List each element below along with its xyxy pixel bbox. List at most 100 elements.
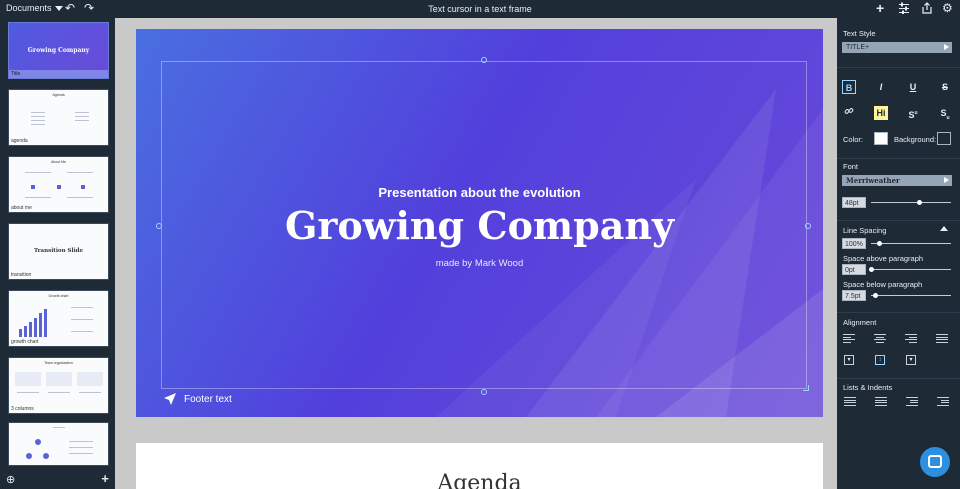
thumbnail-label: 3 columns bbox=[11, 406, 34, 412]
indent-decrease-icon[interactable] bbox=[937, 397, 949, 406]
numbered-list-icon[interactable] bbox=[875, 397, 887, 406]
divider bbox=[837, 158, 960, 159]
text-style-value: TITLE+ bbox=[846, 44, 870, 51]
thumbnail-slide-4[interactable]: Transition Slide transition 4 bbox=[8, 223, 109, 280]
thumbnail-label: agenda bbox=[11, 138, 28, 144]
highlight-button[interactable]: Hi bbox=[874, 106, 888, 120]
share-icon[interactable] bbox=[921, 2, 933, 17]
align-right-icon[interactable] bbox=[905, 334, 917, 343]
font-value: Merriweather bbox=[846, 176, 900, 185]
thumbnail-slide-5[interactable]: Growth chart growth chart 5 bbox=[8, 290, 109, 347]
footer-text: Footer text bbox=[184, 393, 232, 405]
thumbnail-slide-7[interactable] bbox=[8, 422, 109, 466]
zoom-icon[interactable]: ⊕ bbox=[6, 473, 15, 486]
space-below-slider[interactable] bbox=[871, 295, 951, 296]
divider bbox=[837, 67, 960, 68]
space-below-label: Space below paragraph bbox=[843, 280, 923, 289]
slide-subtitle[interactable]: Presentation about the evolution bbox=[136, 185, 823, 200]
divider bbox=[837, 378, 960, 379]
space-above-input[interactable]: 0pt bbox=[842, 264, 866, 275]
resize-corner-handle[interactable] bbox=[803, 385, 809, 391]
chat-bubble-icon bbox=[928, 455, 942, 468]
indent-increase-icon[interactable] bbox=[906, 397, 918, 406]
text-style-label: Text Style bbox=[843, 29, 876, 38]
link-icon[interactable] bbox=[842, 106, 856, 120]
alignment-label: Alignment bbox=[843, 318, 877, 327]
thumbnail-slide-6[interactable]: Team organization 3 columns 6 bbox=[8, 357, 109, 414]
chevron-up-icon[interactable] bbox=[940, 226, 948, 231]
next-slide-title: Agenda bbox=[437, 471, 522, 489]
add-icon[interactable]: + bbox=[876, 1, 884, 15]
valign-middle-icon[interactable]: ↕ bbox=[875, 355, 885, 365]
thumbnail-slide-3[interactable]: About Me about me 3 bbox=[8, 156, 109, 213]
chevron-right-icon bbox=[944, 177, 949, 183]
font-size-slider[interactable] bbox=[871, 202, 951, 203]
documents-menu[interactable]: Documents bbox=[6, 3, 63, 13]
settings-sliders-icon[interactable] bbox=[898, 2, 910, 17]
superscript-mark: u bbox=[914, 110, 918, 116]
thumbnail-title: About Me bbox=[51, 160, 66, 164]
space-below-slider-knob[interactable] bbox=[873, 293, 878, 298]
undo-icon[interactable]: ↶ bbox=[65, 2, 75, 14]
line-spacing-label: Line Spacing bbox=[843, 226, 887, 235]
thumbnail-label: transition bbox=[11, 272, 32, 278]
underline-button[interactable]: U bbox=[906, 80, 920, 94]
bold-button[interactable]: B bbox=[842, 80, 856, 94]
align-center-icon[interactable] bbox=[874, 334, 886, 343]
thumbnail-label: growth chart bbox=[11, 339, 39, 345]
thumbnail-label: about me bbox=[11, 205, 32, 211]
superscript-button[interactable]: Su bbox=[906, 106, 920, 120]
subscript-button[interactable]: Su bbox=[938, 106, 952, 121]
resize-handle-bottom[interactable] bbox=[481, 389, 487, 395]
documents-label: Documents bbox=[6, 3, 52, 13]
status-text: Text cursor in a text frame bbox=[428, 4, 532, 14]
subscript-mark: u bbox=[946, 114, 950, 121]
add-slide-icon[interactable]: + bbox=[101, 471, 109, 486]
space-below-input[interactable]: 7.5pt bbox=[842, 290, 866, 301]
gear-icon[interactable]: ⚙ bbox=[942, 2, 953, 15]
font-dropdown[interactable]: Merriweather bbox=[842, 175, 952, 186]
thumbnail-title: Agenda bbox=[52, 93, 65, 97]
resize-handle-top[interactable] bbox=[481, 57, 487, 63]
align-justify-icon[interactable] bbox=[936, 334, 948, 343]
line-spacing-input[interactable]: 100% bbox=[842, 238, 866, 249]
slide-thumbnails: Growing Company Title 1 Agenda agenda 2 … bbox=[0, 18, 115, 489]
thumbnail-label: Title bbox=[11, 71, 21, 77]
line-spacing-slider[interactable] bbox=[871, 243, 951, 244]
font-size-slider-knob[interactable] bbox=[917, 200, 922, 205]
redo-icon[interactable]: ↷ bbox=[84, 2, 94, 14]
font-size-input[interactable]: 48pt bbox=[842, 197, 866, 208]
valign-bottom-icon[interactable]: ▾ bbox=[906, 355, 916, 365]
thumbnail-slide-1[interactable]: Growing Company Title 1 bbox=[8, 22, 109, 79]
strikethrough-button[interactable]: S bbox=[938, 80, 952, 94]
text-style-dropdown[interactable]: TITLE+ bbox=[842, 42, 952, 53]
space-above-slider[interactable] bbox=[871, 269, 951, 270]
next-slide[interactable]: Agenda bbox=[136, 443, 823, 489]
valign-top-icon[interactable]: ▾ bbox=[844, 355, 854, 365]
paper-plane-icon bbox=[164, 393, 176, 405]
thumbnail-title: Growing Company bbox=[27, 47, 90, 54]
line-spacing-slider-knob[interactable] bbox=[877, 241, 882, 246]
background-swatch[interactable] bbox=[937, 132, 951, 145]
thumbnail-title: Transition Slide bbox=[33, 248, 84, 254]
sidebar-footer: ⊕ + bbox=[0, 471, 115, 489]
chat-button[interactable] bbox=[920, 447, 950, 477]
color-swatch[interactable] bbox=[874, 132, 888, 145]
space-above-label: Space above paragraph bbox=[843, 254, 924, 263]
slide-canvas: Presentation about the evolution Growing… bbox=[115, 18, 837, 489]
chevron-down-icon bbox=[54, 5, 63, 11]
bullet-list-icon[interactable] bbox=[844, 397, 856, 406]
lists-indents-label: Lists & Indents bbox=[843, 383, 893, 392]
italic-button[interactable]: I bbox=[874, 80, 888, 94]
slide-author[interactable]: made by Mark Wood bbox=[136, 258, 823, 269]
space-above-slider-knob[interactable] bbox=[869, 267, 874, 272]
slide-title[interactable]: Growing Company bbox=[136, 203, 823, 248]
align-left-icon[interactable] bbox=[843, 334, 855, 343]
top-bar: Documents ↶ ↷ Text cursor in a text fram… bbox=[0, 0, 960, 18]
current-slide[interactable]: Presentation about the evolution Growing… bbox=[136, 29, 823, 417]
divider bbox=[837, 220, 960, 221]
thumbnail-slide-2[interactable]: Agenda agenda 2 bbox=[8, 89, 109, 146]
divider bbox=[837, 312, 960, 313]
font-label: Font bbox=[843, 162, 859, 171]
slide-footer[interactable]: Footer text bbox=[164, 393, 232, 405]
